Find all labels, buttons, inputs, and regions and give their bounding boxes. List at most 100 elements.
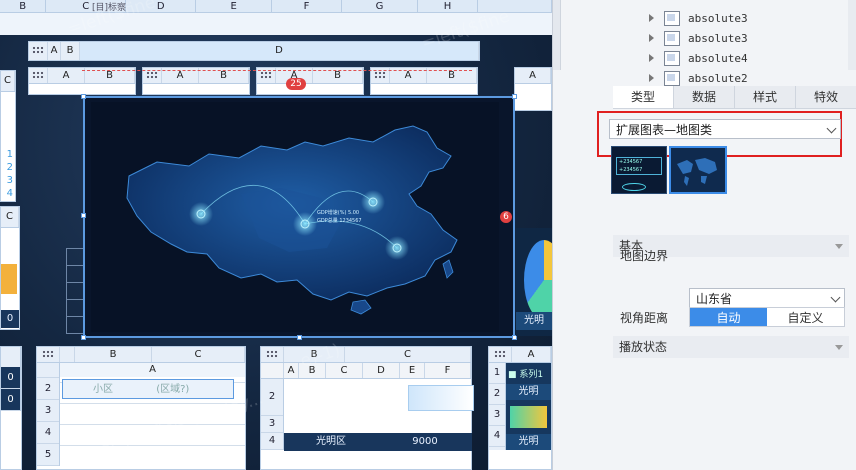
property-panel[interactable]: absolute3 absolute3 absolute4 absolute2 … <box>552 0 856 470</box>
grid-handle-icon[interactable] <box>29 68 48 83</box>
tab-style[interactable]: 样式 <box>735 86 796 108</box>
col-a: A <box>48 42 61 60</box>
hotspot-west <box>189 202 213 226</box>
expand-icon[interactable] <box>649 74 654 82</box>
resize-handle-tl[interactable] <box>81 94 86 99</box>
row-3: 3 <box>489 405 505 426</box>
bottom-sheet-2[interactable]: BC 2 3 4 5 A 小区 (区域?) <box>36 346 246 470</box>
hotspot-east <box>385 236 409 260</box>
bar-segment <box>1 264 17 294</box>
grid-handle-icon[interactable] <box>29 42 48 60</box>
tree-item[interactable]: absolute3 <box>649 28 849 48</box>
mini-sheet-4[interactable]: AB <box>370 67 478 95</box>
col-f: F <box>425 363 471 378</box>
side-sheet-right[interactable]: A <box>514 67 552 111</box>
top-column-header: B C D E F G H <box>0 0 552 13</box>
bottom-sheet-3[interactable]: BC A B C D E F 2 3 4 光明区 9000 <box>260 346 474 470</box>
panel-tabs[interactable]: 类型 数据 样式 特效 <box>613 86 856 109</box>
grid-handle-icon[interactable] <box>37 347 60 362</box>
selection-guide <box>82 70 472 71</box>
tab-type[interactable]: 类型 <box>613 86 674 108</box>
row-4: 4 <box>261 433 283 450</box>
tab-effects[interactable]: 特效 <box>796 86 856 108</box>
col-a: A <box>515 68 551 83</box>
tree-item[interactable]: absolute2 <box>649 68 849 88</box>
top-row-strip <box>0 13 552 35</box>
row-3: 3 <box>6 175 13 186</box>
col-a: A <box>48 68 85 83</box>
col-c: C <box>326 363 363 378</box>
collapse-icon[interactable] <box>835 244 843 249</box>
resize-handle-tr[interactable] <box>512 94 517 99</box>
resize-handle-b[interactable] <box>297 335 302 340</box>
row-2: 2 <box>261 379 283 416</box>
chart-type-select[interactable]: 扩展图表—地图类 <box>609 119 841 139</box>
bottom-left-sheet[interactable]: 0 0 <box>0 346 22 470</box>
thumbnail-map-style-2[interactable] <box>669 146 727 194</box>
chevron-down-icon[interactable] <box>830 292 841 303</box>
row-4: 4 <box>37 422 59 444</box>
expand-icon[interactable] <box>649 34 654 42</box>
row-2: 2 <box>6 162 13 173</box>
badge-25: 25 <box>286 78 306 90</box>
collapse-icon[interactable] <box>835 345 843 350</box>
selected-cell[interactable]: 小区 (区域?) <box>62 379 234 399</box>
expand-icon[interactable] <box>649 14 654 22</box>
view-distance-toggle[interactable]: 自动 自定义 <box>689 307 845 327</box>
report-canvas[interactable]: B C D E F G H [目]标察 A B D AB AB AB AB 25… <box>0 0 552 470</box>
right-edge-panel: 光明 <box>516 228 552 336</box>
mini-sheet-3[interactable]: AB <box>256 67 364 95</box>
bottom-sheet-4[interactable]: A 1 2 3 4 ■ 系列1 光明 光明 <box>488 346 552 470</box>
tree-item[interactable]: absolute4 <box>649 48 849 68</box>
header-sheet[interactable]: A B D <box>28 41 480 61</box>
series-label-2: 光明 <box>506 434 551 450</box>
grid-handle-icon[interactable] <box>261 347 284 362</box>
map-border-select[interactable]: 山东省 <box>689 288 845 308</box>
col-header-h: H <box>418 0 479 13</box>
col-b: B <box>61 42 80 60</box>
component-icon <box>664 10 680 26</box>
hotspot-center <box>293 212 317 236</box>
component-tree[interactable]: absolute3 absolute3 absolute4 absolute2 <box>649 8 849 88</box>
expand-icon[interactable] <box>649 54 654 62</box>
china-map-svg: GDP增速(%) 5.00 GDP总量 1234567 <box>126 125 458 315</box>
series-bar <box>510 406 547 428</box>
pie-fragment <box>524 240 552 320</box>
row-2: 2 <box>37 378 59 400</box>
tree-item[interactable]: absolute3 <box>649 8 849 28</box>
option-custom[interactable]: 自定义 <box>767 308 844 326</box>
row-2: 2 <box>489 384 505 405</box>
chevron-down-icon[interactable] <box>826 123 837 134</box>
mini-sheet-2[interactable]: AB <box>142 67 250 95</box>
district-label: 光明区 <box>316 436 346 447</box>
row-4: 4 <box>6 188 13 199</box>
panel-splitter[interactable] <box>553 0 561 70</box>
col-c: C <box>1 71 15 91</box>
resize-handle-l[interactable] <box>81 213 86 218</box>
section-play-state[interactable]: 播放状态 <box>613 336 849 358</box>
row-1: 1 <box>6 149 13 160</box>
col-c: C <box>345 347 471 362</box>
thumbnail-map-style-1[interactable]: +234567 +234567 <box>611 146 667 194</box>
left-sheet[interactable]: C 1 2 3 4 <box>0 70 16 202</box>
col-header-e: E <box>196 0 273 13</box>
option-auto[interactable]: 自动 <box>690 308 767 326</box>
col-a <box>60 347 75 362</box>
grid-handle-icon[interactable] <box>489 347 512 362</box>
left-sheet-2[interactable]: C 0 <box>0 206 20 330</box>
badge-6: 6 <box>500 211 512 223</box>
map-border-label: 地图边界 <box>620 249 669 263</box>
header-a: A <box>60 363 245 377</box>
map-chart-widget[interactable]: GDP增速(%) 5.00 GDP总量 1234567 <box>81 94 517 340</box>
resize-handle-bl[interactable] <box>81 335 86 340</box>
thumb-text-1: +234567 <box>619 159 643 165</box>
value-cell: 0 <box>1 389 20 411</box>
tab-data[interactable]: 数据 <box>674 86 735 108</box>
col-d: D <box>80 42 479 60</box>
tree-scrollbar[interactable] <box>848 0 856 70</box>
mini-sheet-1[interactable]: AB <box>28 67 136 95</box>
col-header-d: D <box>126 0 197 13</box>
map-chart[interactable]: GDP增速(%) 5.00 GDP总量 1234567 <box>91 102 499 332</box>
world-map-icon <box>677 158 717 186</box>
thumb-text-2: +234567 <box>619 167 643 173</box>
